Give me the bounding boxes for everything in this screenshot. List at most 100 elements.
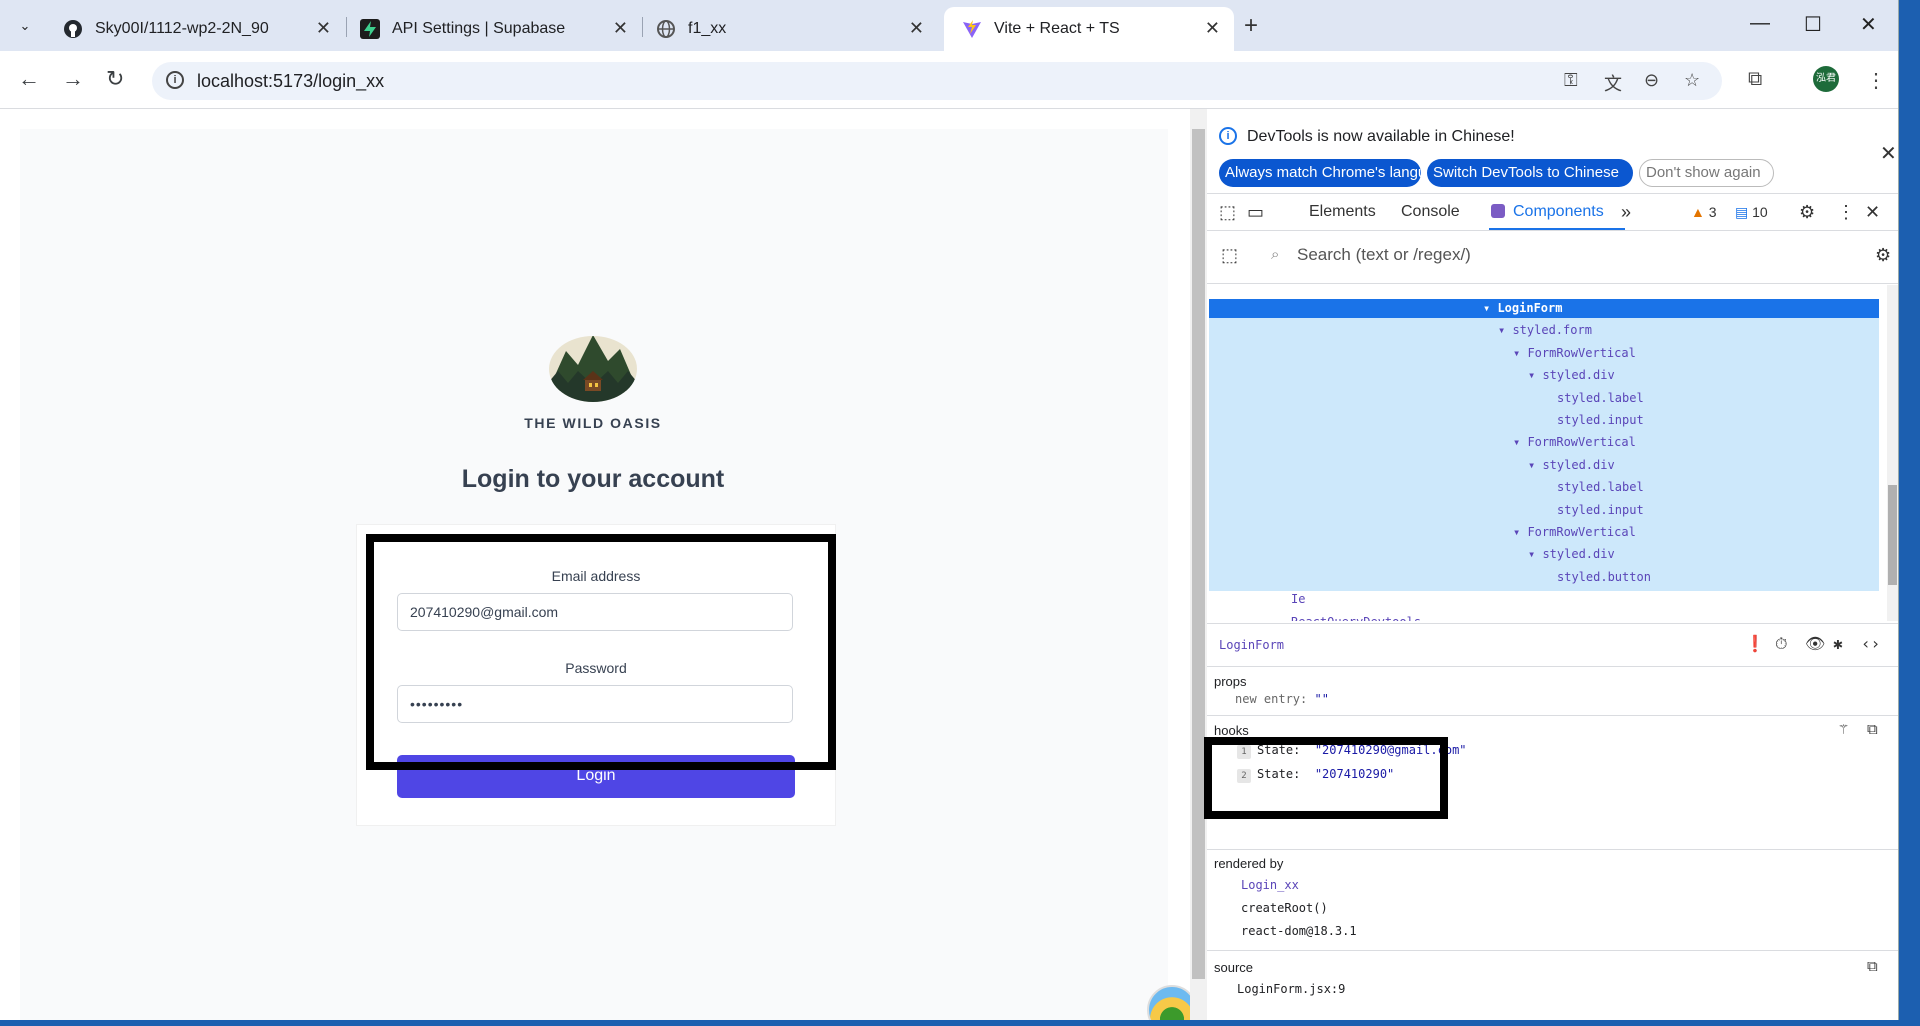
back-arrow-icon[interactable]: ← — [18, 66, 40, 92]
tree-scrollbar[interactable] — [1887, 285, 1898, 621]
tree-node[interactable]: ▾ styled.div — [1528, 456, 1615, 475]
tree-node[interactable]: styled.input — [1543, 411, 1644, 430]
bug-icon[interactable]: ✱ — [1833, 634, 1843, 653]
key-icon[interactable]: ⚿ — [1564, 70, 1578, 91]
dont-show-again-button[interactable]: Don't show again — [1639, 159, 1774, 187]
close-icon[interactable]: ✕ — [909, 18, 924, 39]
tree-node[interactable]: styled.input — [1543, 501, 1644, 520]
tree-node[interactable]: Ie — [1277, 590, 1305, 609]
eye-icon[interactable]: 👁 — [1805, 634, 1825, 653]
scrollbar-thumb[interactable] — [1888, 485, 1897, 585]
tab-github[interactable]: Sky00I/1112-wp2-2N_90 ✕ — [45, 7, 345, 51]
close-window-icon[interactable]: ✕ — [1860, 12, 1877, 37]
tab-console[interactable]: Console — [1401, 194, 1460, 230]
tab-components[interactable]: Components — [1489, 194, 1625, 230]
messages-badge[interactable]: ▤ 10 — [1735, 204, 1768, 221]
tree-node[interactable]: ReactQueryDevtools — [1277, 613, 1421, 621]
match-language-button[interactable]: Always match Chrome's language — [1219, 159, 1451, 187]
close-icon[interactable]: ✕ — [1880, 141, 1897, 166]
warnings-badge[interactable]: ▲ 3 — [1691, 204, 1717, 220]
rendered-by-section: rendered by Login_xx createRoot() react-… — [1207, 849, 1898, 960]
rendered-by-link[interactable]: Login_xx — [1241, 878, 1299, 892]
copy-icon[interactable]: ⧉ — [1867, 720, 1878, 738]
new-entry-key: new entry: — [1235, 692, 1308, 706]
tree-node-label: styled.label — [1557, 480, 1644, 495]
tab-search-button[interactable]: ⌄ — [10, 13, 40, 39]
search-input[interactable]: Search (text or /regex/) — [1297, 245, 1471, 265]
tree-node[interactable]: ▾ styled.div — [1528, 366, 1615, 385]
tree-node-label: styled.div — [1542, 368, 1615, 383]
magic-wand-icon[interactable]: ⚚ — [1839, 720, 1848, 738]
search-icon: ⌕ — [1271, 246, 1280, 263]
reload-icon[interactable]: ↻ — [106, 66, 124, 92]
expand-arrow-icon[interactable]: ▾ — [1513, 435, 1527, 449]
zoom-icon[interactable]: ⊖ — [1644, 70, 1659, 91]
close-icon[interactable]: ✕ — [613, 18, 628, 39]
site-info-icon[interactable]: i — [166, 71, 184, 89]
tab-vite-active[interactable]: Vite + React + TS ✕ — [944, 7, 1234, 51]
kebab-menu-icon[interactable]: ⋮ — [1866, 68, 1886, 93]
tree-node[interactable]: styled.label — [1543, 478, 1644, 497]
info-icon: i — [1219, 127, 1237, 145]
expand-arrow-icon[interactable]: ▾ — [1498, 323, 1512, 337]
url-text[interactable]: localhost:5173/login_xx — [197, 71, 384, 92]
maximize-icon[interactable]: ☐ — [1804, 12, 1822, 37]
expand-arrow-icon[interactable]: ▾ — [1483, 301, 1497, 315]
page-viewport: THE WILD OASIS Login to your account Ema… — [0, 109, 1207, 1020]
close-icon[interactable]: ✕ — [1205, 18, 1220, 39]
timer-icon[interactable]: ⏱ — [1775, 634, 1787, 654]
expand-arrow-icon[interactable]: ▾ — [1528, 368, 1542, 382]
tree-node-label: LoginForm — [1497, 301, 1563, 315]
tab-strip: ⌄ Sky00I/1112-wp2-2N_90 ✕ API Settings |… — [0, 0, 1898, 51]
message-icon: ▤ — [1735, 204, 1749, 220]
new-tab-button[interactable]: + — [1244, 12, 1258, 40]
settings-gear-icon[interactable]: ⚙ — [1799, 202, 1815, 223]
tab-f1-xx[interactable]: f1_xx ✕ — [638, 7, 938, 51]
tree-node[interactable]: ▾ FormRowVertical — [1513, 344, 1636, 363]
tree-node[interactable]: styled.button — [1543, 568, 1651, 587]
new-entry-value: "" — [1314, 692, 1329, 706]
star-icon[interactable]: ☆ — [1684, 70, 1700, 91]
more-tabs-icon[interactable]: » — [1621, 202, 1631, 223]
tree-node[interactable]: ▾ FormRowVertical — [1513, 433, 1636, 452]
inspect-element-icon[interactable]: ⬚ — [1219, 202, 1236, 223]
browser-toolbar: ← → ↻ i localhost:5173/login_xx ⚿ 文 ⊖ ☆ … — [0, 51, 1898, 109]
translate-icon[interactable]: 文 — [1604, 70, 1622, 96]
tree-node[interactable]: ▾ FormRowVertical — [1513, 523, 1636, 542]
source-file[interactable]: LoginForm.jsx:9 — [1237, 982, 1345, 996]
tree-node-label: styled.div — [1542, 457, 1615, 472]
kebab-menu-icon[interactable]: ⋮ — [1837, 202, 1855, 223]
props-title: props — [1214, 674, 1247, 689]
tree-node[interactable]: styled.label — [1543, 389, 1644, 408]
tree-node[interactable]: ▾ styled.div — [1528, 545, 1615, 564]
settings-gear-icon[interactable]: ⚙ — [1875, 245, 1891, 266]
source-code-icon[interactable]: ‹› — [1861, 634, 1880, 653]
address-bar[interactable]: i localhost:5173/login_xx ⚿ 文 ⊖ ☆ — [152, 62, 1722, 100]
expand-arrow-icon[interactable]: ▾ — [1528, 458, 1542, 472]
expand-arrow-icon[interactable]: ▾ — [1528, 547, 1542, 561]
tab-elements[interactable]: Elements — [1309, 194, 1376, 230]
minimize-icon[interactable]: — — [1750, 12, 1770, 35]
expand-arrow-icon[interactable]: ▾ — [1513, 346, 1527, 360]
tab-supabase[interactable]: API Settings | Supabase ✕ — [342, 7, 642, 51]
new-entry-row[interactable]: new entry: "" — [1235, 692, 1329, 706]
chevron-down-icon: ⌄ — [19, 18, 31, 33]
scrollbar-thumb[interactable] — [1192, 129, 1205, 979]
messages-count: 10 — [1752, 204, 1768, 220]
close-icon[interactable]: ✕ — [316, 18, 331, 39]
hooks-title: hooks — [1214, 723, 1249, 738]
switch-chinese-button[interactable]: Switch DevTools to Chinese — [1427, 159, 1633, 187]
forward-arrow-icon[interactable]: → — [62, 66, 84, 92]
avatar[interactable]: 泓君 — [1813, 66, 1839, 92]
react-components-icon — [1491, 204, 1505, 218]
expand-arrow-icon[interactable]: ▾ — [1513, 525, 1527, 539]
suspend-icon[interactable]: ❗ — [1745, 634, 1765, 653]
close-devtools-icon[interactable]: ✕ — [1865, 202, 1880, 223]
extensions-icon[interactable]: ⧉ — [1748, 68, 1762, 91]
tree-node[interactable]: ▾ styled.form — [1498, 321, 1592, 340]
page-scrollbar[interactable] — [1190, 109, 1207, 1020]
device-toolbar-icon[interactable]: ▭ — [1247, 202, 1264, 223]
copy-icon[interactable]: ⧉ — [1867, 957, 1878, 975]
tree-node[interactable]: ▾ LoginForm — [1483, 299, 1562, 318]
select-element-icon[interactable]: ⬚ — [1221, 245, 1238, 266]
